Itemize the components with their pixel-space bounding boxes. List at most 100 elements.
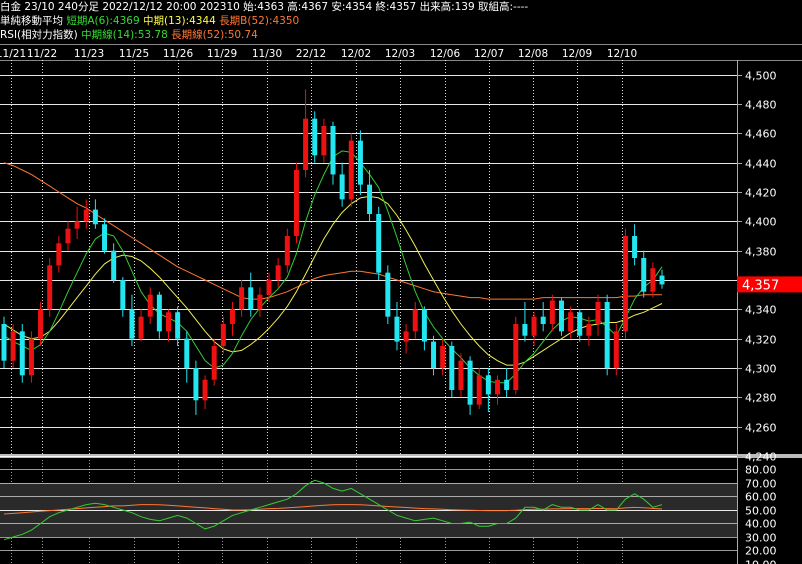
rsi-tick-label: 10.00 (745, 559, 777, 564)
candle-body (193, 368, 199, 401)
candle (312, 111, 318, 163)
candle-body (476, 375, 482, 405)
price-tick-label: 4,480 (745, 99, 777, 112)
candle-body (74, 221, 80, 229)
candle-body (385, 272, 391, 317)
candle (339, 162, 345, 207)
rsi-tick-label: 30.00 (745, 532, 777, 545)
candlestick-chart[interactable]: 11/2111/22 11/23 11/25 11/26 11/29 11/30 22/12… (0, 0, 802, 564)
candle (540, 302, 546, 332)
price-tick-label: 4,280 (745, 392, 777, 405)
candle (229, 302, 235, 336)
candle-body (321, 126, 327, 156)
price-tick-label: 4,400 (745, 216, 777, 229)
price-tick-label: 4,300 (745, 363, 777, 376)
date-tick-label: 12/06 (430, 48, 461, 60)
candle (613, 324, 619, 376)
candle-body (147, 294, 153, 317)
candle-body (38, 309, 44, 339)
candle-body (10, 331, 16, 361)
candle-body (312, 118, 318, 156)
candle (467, 356, 473, 415)
candle-body (586, 324, 592, 336)
candle (293, 162, 299, 244)
candle-body (595, 302, 601, 324)
candle (412, 302, 418, 339)
candle-body (622, 236, 628, 332)
date-tick-label: 12/02 (341, 48, 371, 60)
last-price-label: 4,357 (742, 278, 779, 293)
date-tick-label: 12/07 (474, 48, 504, 60)
candle-body (257, 294, 263, 310)
date-tick-label: 12/08 (518, 48, 548, 60)
rsi-tick-label: 20.00 (745, 545, 777, 558)
candle (449, 341, 455, 398)
candle (175, 306, 181, 346)
candle-body (641, 258, 647, 292)
price-tick-label: 4,320 (745, 334, 777, 347)
candle-body (138, 316, 144, 339)
price-tick-label: 4,340 (745, 304, 777, 317)
date-tick-label: 22/12 (296, 48, 326, 60)
candle (604, 294, 610, 376)
candle (248, 272, 254, 317)
rsi-band (0, 482, 737, 537)
sma-short-line (3, 150, 663, 384)
candle (193, 360, 199, 415)
candle-body (412, 309, 418, 332)
candle-body (577, 312, 583, 336)
rsi-tick-label: 80.00 (745, 464, 777, 477)
candle (120, 277, 126, 317)
candle (522, 302, 528, 342)
candle-body (357, 140, 363, 185)
candle (357, 130, 363, 195)
date-tick-label: 11/26 (163, 48, 194, 60)
rsi-tick-label: 60.00 (745, 491, 777, 504)
candle-body (239, 287, 245, 310)
candle-body (348, 140, 354, 200)
candle (504, 368, 510, 398)
candle-body (540, 316, 546, 324)
date-tick-label: 12/10 (607, 48, 637, 60)
candle-body (549, 300, 555, 324)
candle-body (111, 250, 117, 280)
candle (28, 331, 34, 383)
candle (239, 280, 245, 317)
candle (211, 338, 217, 386)
candle (549, 294, 555, 332)
candle (403, 324, 409, 354)
candle-body (65, 228, 71, 244)
price-tick-label: 4,240 (745, 451, 777, 464)
date-tick-label: 11/29 (207, 48, 237, 60)
candle (385, 265, 391, 324)
candle (47, 258, 53, 317)
candle (138, 309, 144, 342)
candle-body (440, 346, 446, 368)
candle-body (568, 312, 574, 332)
candle (56, 236, 62, 273)
candle-body (495, 379, 500, 395)
rsi-tick-label: 50.00 (745, 505, 777, 518)
candle (111, 243, 117, 283)
candle (431, 335, 437, 376)
candle-body (1, 324, 7, 361)
candle (166, 309, 171, 342)
candle (129, 294, 135, 346)
candle-body (202, 379, 208, 401)
candle-body (229, 309, 235, 324)
candle-body (184, 338, 190, 368)
candle (202, 375, 208, 410)
candle (74, 206, 80, 239)
candle (330, 121, 336, 185)
candle (284, 228, 290, 273)
candle-body (367, 184, 373, 214)
candle-body (604, 302, 610, 368)
candle (495, 375, 500, 405)
candle-body (156, 294, 162, 332)
candle-body (513, 324, 519, 390)
candle (531, 312, 537, 346)
candle-body (632, 236, 638, 258)
price-tick-label: 4,440 (745, 158, 777, 171)
candle (376, 206, 382, 280)
candle-body (56, 243, 62, 266)
